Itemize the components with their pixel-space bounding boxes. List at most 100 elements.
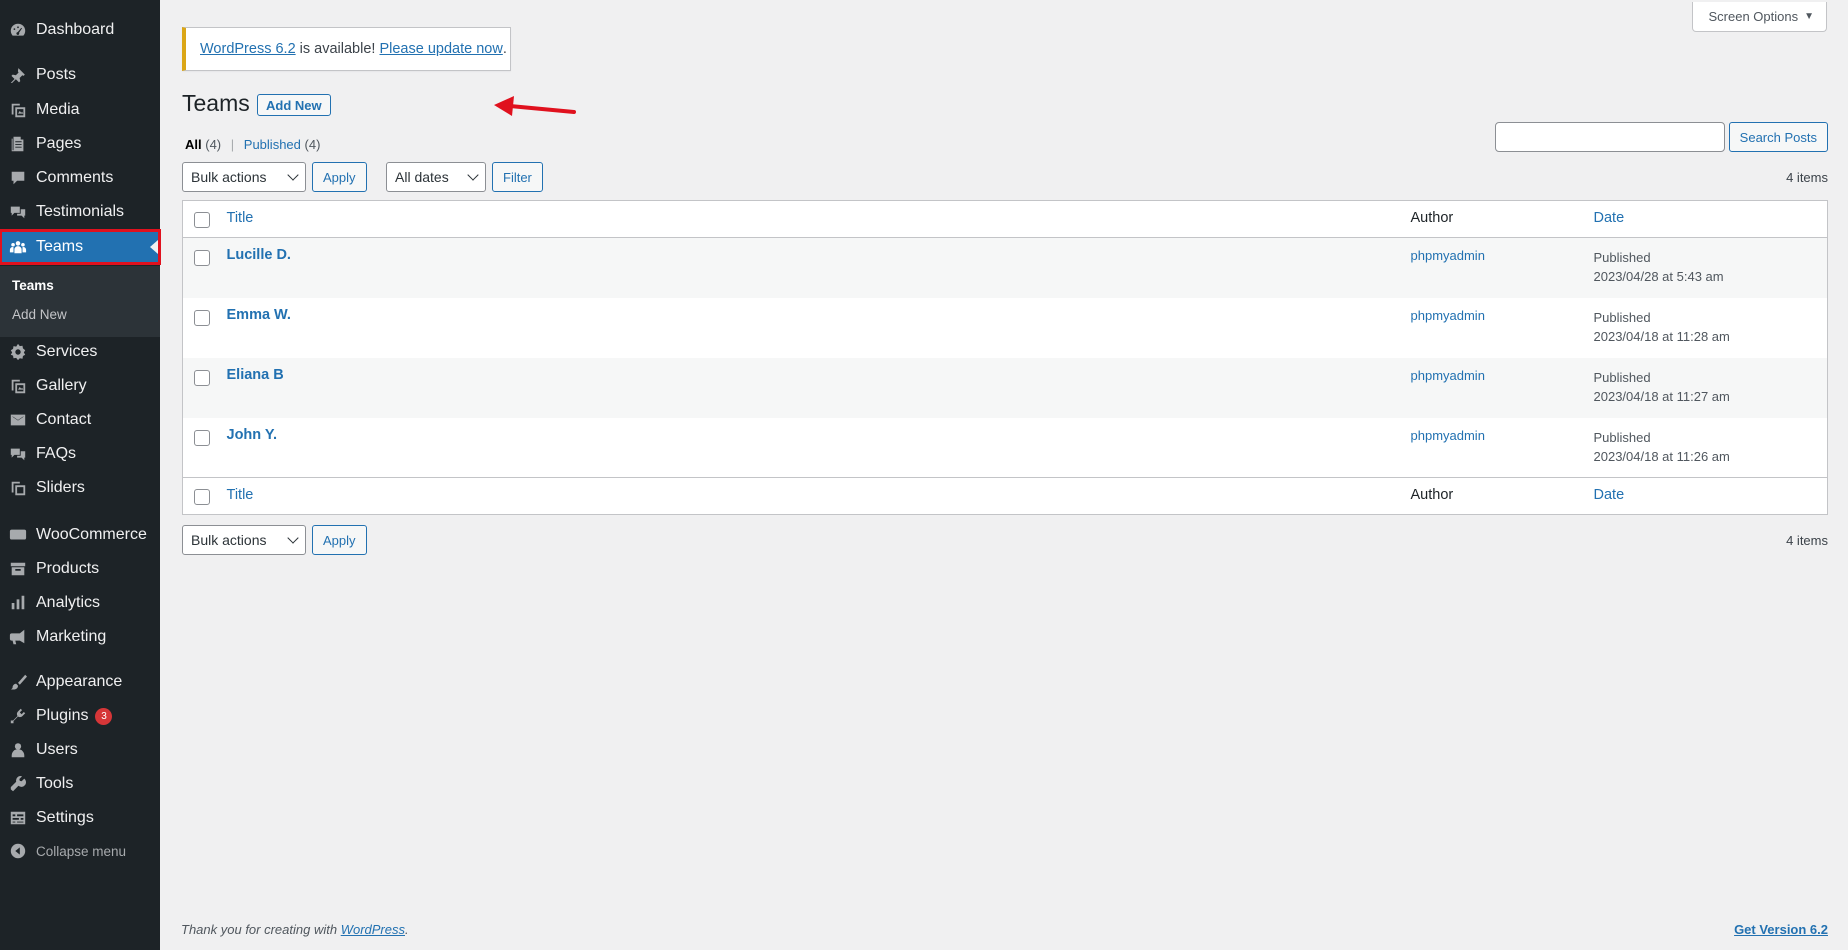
select-all-checkbox[interactable] bbox=[194, 212, 210, 228]
sidebar-item-label: Marketing bbox=[36, 628, 107, 645]
sidebar-item-comments[interactable]: Comments bbox=[0, 161, 160, 195]
sidebar-item-analytics[interactable]: Analytics bbox=[0, 586, 160, 620]
select-all-cell bbox=[182, 200, 225, 238]
sidebar-item-label: Teams bbox=[36, 238, 84, 255]
row-title-link[interactable]: Eliana B bbox=[227, 367, 284, 383]
wrench-icon bbox=[9, 775, 27, 793]
sidebar-item-marketing[interactable]: Marketing bbox=[0, 620, 160, 654]
bulk-actions-select[interactable]: Bulk actions bbox=[182, 162, 306, 192]
row-title-link[interactable]: John Y. bbox=[227, 427, 278, 443]
screen-options-button[interactable]: Screen Options ▼ bbox=[1692, 2, 1827, 32]
sidebar-item-label: Contact bbox=[36, 411, 92, 428]
filter-button[interactable]: Filter bbox=[492, 162, 543, 192]
table-body: Lucille D. phpmyadmin Published 2023/04/2… bbox=[182, 237, 1828, 478]
apply-button[interactable]: Apply bbox=[312, 525, 367, 555]
slides-icon bbox=[9, 479, 27, 497]
sidebar-item-label: Pages bbox=[36, 135, 82, 152]
sidebar-item-testimonials[interactable]: Testimonials bbox=[0, 195, 160, 229]
sidebar-item-services[interactable]: Services bbox=[0, 335, 160, 369]
sidebar-item-sliders[interactable]: Sliders bbox=[0, 471, 160, 505]
row-date: Published 2023/04/28 at 5:43 am bbox=[1594, 248, 1828, 286]
column-title: Title bbox=[224, 477, 1411, 515]
row-checkbox[interactable] bbox=[194, 429, 210, 446]
submenu-item-add-new[interactable]: Add New bbox=[12, 307, 67, 322]
row-date-value: 2023/04/28 at 5:43 am bbox=[1593, 269, 1724, 284]
row-title-link[interactable]: Emma W. bbox=[227, 307, 291, 323]
sidebar-item-teams[interactable]: Teams bbox=[0, 229, 161, 265]
sidebar-item-tools[interactable]: Tools bbox=[0, 767, 160, 801]
sidebar-item-appearance[interactable]: Appearance bbox=[0, 665, 160, 699]
row-checkbox[interactable] bbox=[194, 250, 210, 266]
pin-icon bbox=[9, 66, 27, 84]
items-count: 4 items bbox=[1786, 170, 1828, 185]
bulk-actions-select[interactable]: Bulk actions bbox=[182, 525, 306, 555]
add-new-button[interactable]: Add New bbox=[257, 94, 331, 116]
sidebar-item-products[interactable]: Products bbox=[0, 552, 160, 586]
search-posts-button[interactable]: Search Posts bbox=[1728, 122, 1828, 152]
sort-title-link[interactable]: Title bbox=[227, 487, 254, 503]
row-date: Published 2023/04/18 at 11:27 am bbox=[1594, 368, 1828, 406]
sidebar-item-settings[interactable]: Settings bbox=[0, 801, 160, 835]
filter-all-link[interactable]: All (4) bbox=[185, 137, 221, 152]
sidebar-item-users[interactable]: Users bbox=[0, 733, 160, 767]
bulk-actions-value: Bulk actions bbox=[191, 169, 267, 185]
sort-title-link[interactable]: Title bbox=[227, 210, 254, 226]
sidebar-item-posts[interactable]: Posts bbox=[0, 58, 160, 92]
woo-icon bbox=[9, 526, 27, 544]
sidebar-item-gallery[interactable]: Gallery bbox=[0, 369, 160, 403]
collapse-menu-button[interactable]: Collapse menu bbox=[0, 834, 160, 868]
select-all-checkbox[interactable] bbox=[194, 489, 210, 505]
sort-date-link[interactable]: Date bbox=[1594, 487, 1625, 503]
sidebar-item-label: Settings bbox=[36, 809, 94, 826]
wordpress-version-link[interactable]: WordPress 6.2 bbox=[200, 41, 296, 57]
sidebar-item-label: WooCommerce bbox=[36, 526, 147, 543]
get-version-link[interactable]: Get Version 6.2 bbox=[1734, 922, 1828, 937]
column-date: Date bbox=[1593, 477, 1828, 515]
main-content: Screen Options ▼ WordPress 6.2 is availa… bbox=[160, 0, 1848, 950]
select-all-cell bbox=[182, 477, 225, 515]
bulk-actions-value: Bulk actions bbox=[191, 532, 267, 548]
sidebar-item-label: FAQs bbox=[36, 445, 77, 462]
submenu-item-teams[interactable]: Teams bbox=[12, 278, 54, 293]
notice-end: . bbox=[502, 41, 507, 57]
megaphone-icon bbox=[9, 628, 27, 646]
status-filter-links: All (4) | Published (4) bbox=[185, 137, 320, 152]
filter-published-link[interactable]: Published (4) bbox=[244, 137, 321, 152]
notice-text: is available! bbox=[295, 41, 380, 57]
row-author-link[interactable]: phpmyadmin bbox=[1411, 368, 1485, 383]
current-menu-arrow bbox=[150, 240, 158, 254]
filter-all-count: (4) bbox=[205, 137, 222, 152]
row-title-link[interactable]: Lucille D. bbox=[227, 247, 291, 263]
footer-thanks-text: Thank you for creating with bbox=[181, 922, 341, 937]
date-filter-select[interactable]: All dates bbox=[386, 162, 486, 192]
teams-submenu: Teams Add New bbox=[0, 266, 160, 337]
user-icon bbox=[9, 741, 27, 759]
sidebar-item-label: Dashboard bbox=[36, 21, 115, 38]
row-author-link[interactable]: phpmyadmin bbox=[1411, 428, 1485, 443]
row-status: Published bbox=[1593, 309, 1651, 325]
please-update-link[interactable]: Please update now bbox=[379, 41, 502, 57]
row-checkbox[interactable] bbox=[194, 309, 210, 326]
chevron-down-icon bbox=[287, 169, 299, 181]
search-input[interactable] bbox=[1494, 122, 1725, 152]
sidebar-item-plugins[interactable]: Plugins 3 bbox=[0, 699, 160, 733]
row-date-value: 2023/04/18 at 11:27 am bbox=[1593, 388, 1730, 404]
sidebar-item-label: Posts bbox=[36, 66, 77, 83]
sidebar-item-media[interactable]: Media bbox=[0, 93, 160, 127]
sidebar-item-woocommerce[interactable]: WooCommerce bbox=[0, 518, 160, 552]
wordpress-link[interactable]: WordPress bbox=[341, 922, 405, 937]
sidebar-item-dashboard[interactable]: Dashboard bbox=[0, 13, 160, 47]
row-author-link[interactable]: phpmyadmin bbox=[1411, 248, 1485, 263]
row-author-link[interactable]: phpmyadmin bbox=[1411, 308, 1485, 323]
sidebar-item-contact[interactable]: Contact bbox=[0, 403, 160, 437]
brush-icon bbox=[9, 673, 27, 691]
sidebar-item-label: Appearance bbox=[36, 673, 123, 690]
filter-published-count: (4) bbox=[304, 137, 321, 152]
sidebar-item-pages[interactable]: Pages bbox=[0, 127, 160, 161]
row-checkbox[interactable] bbox=[194, 369, 210, 386]
sidebar-item-label: Collapse menu bbox=[36, 843, 127, 859]
sort-date-link[interactable]: Date bbox=[1594, 210, 1625, 226]
apply-button[interactable]: Apply bbox=[312, 162, 367, 192]
sidebar-item-faqs[interactable]: FAQs bbox=[0, 437, 160, 471]
sidebar-item-label: Users bbox=[36, 741, 78, 758]
